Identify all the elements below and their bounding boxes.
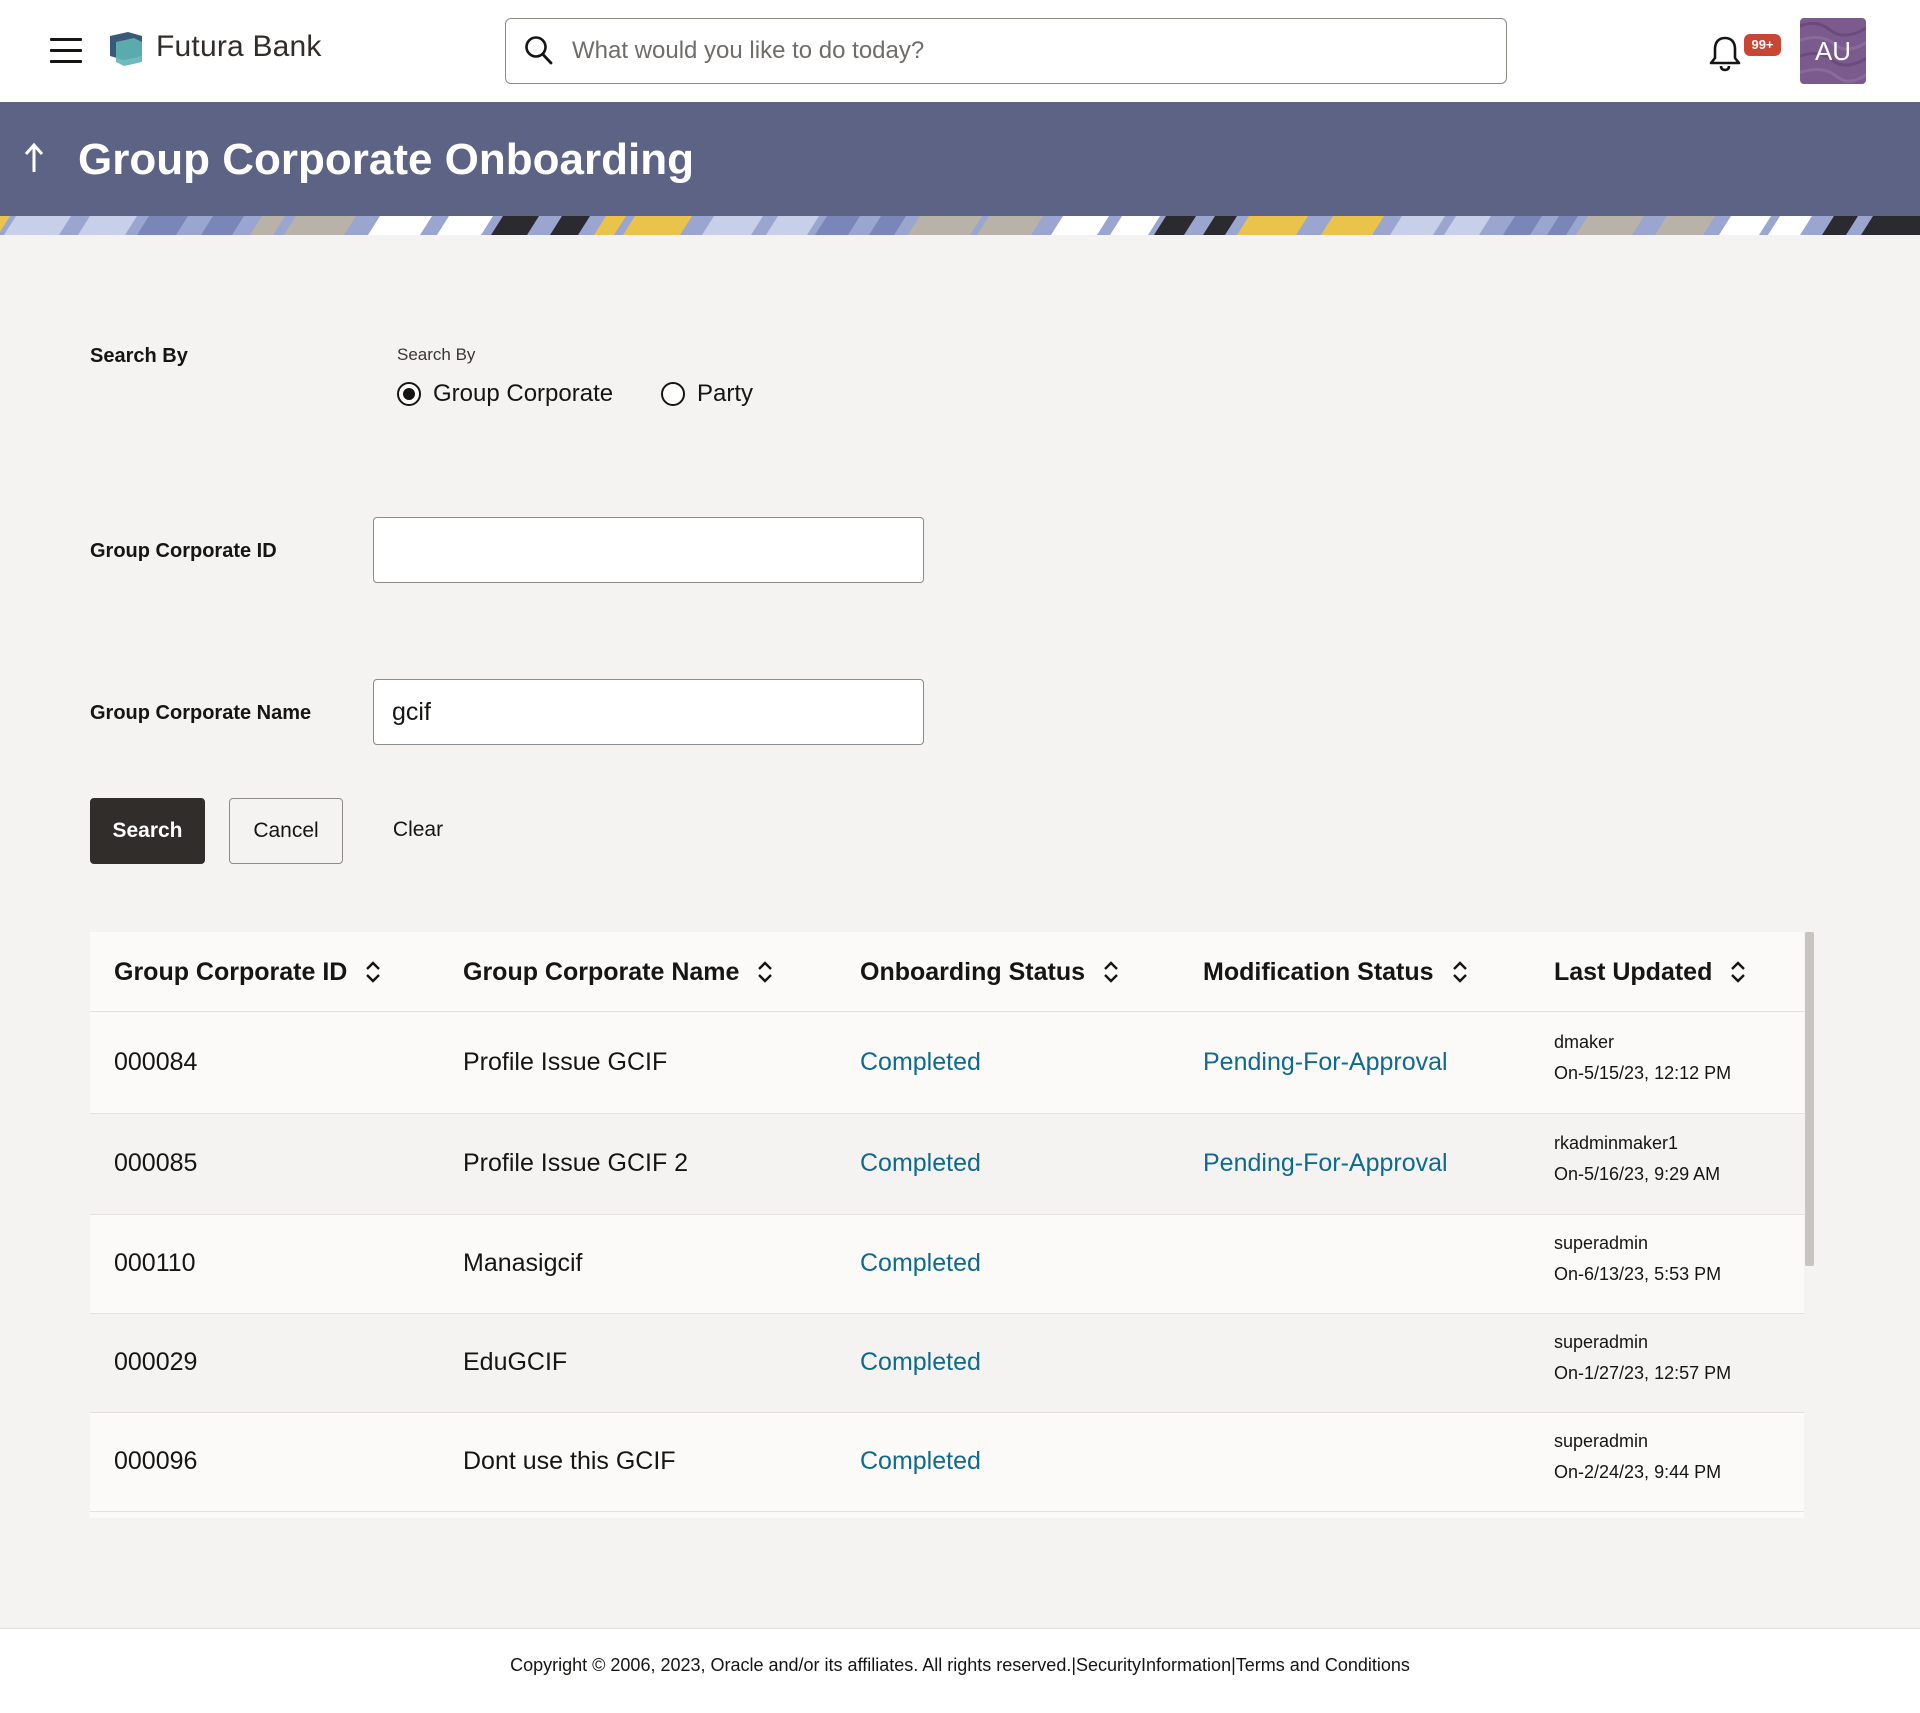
cancel-button[interactable]: Cancel: [229, 798, 343, 864]
futura-bank-logo-icon: [110, 32, 142, 66]
group-corporate-id-label: Group Corporate ID: [90, 540, 277, 562]
clear-button[interactable]: Clear: [378, 798, 458, 864]
cell-onboarding-status-link[interactable]: Completed: [860, 1348, 981, 1377]
cell-last-updated-date: On-6/13/23, 5:53 PM: [1554, 1264, 1722, 1284]
sort-icon[interactable]: [1452, 960, 1468, 984]
sort-icon[interactable]: [757, 960, 773, 984]
group-corporate-name-input[interactable]: [373, 679, 924, 745]
page-title: Group Corporate Onboarding: [78, 135, 694, 184]
table-row: 000085 Profile Issue GCIF 2 Completed Pe…: [90, 1114, 1804, 1215]
search-by-label: Search By: [90, 345, 188, 367]
cell-group-corporate-name: Manasigcif: [463, 1249, 583, 1277]
table-row: 000096 Dont use this GCIF Completed supe…: [90, 1413, 1804, 1512]
cell-group-corporate-name: Dont use this GCIF: [463, 1447, 676, 1475]
cell-group-corporate-id: 000110: [114, 1249, 196, 1277]
table-row: 000110 Manasigcif Completed superadmin O…: [90, 1215, 1804, 1314]
cell-group-corporate-name: EduGCIF: [463, 1348, 568, 1376]
cell-last-updated-date: On-1/27/23, 12:57 PM: [1554, 1363, 1732, 1383]
cell-last-updated-date: On-2/24/23, 9:44 PM: [1554, 1462, 1722, 1482]
cell-group-corporate-id: 000085: [114, 1149, 198, 1177]
top-bar: Futura Bank 99+ AU: [0, 0, 1920, 102]
user-initials: AU: [1814, 36, 1852, 66]
cell-modification-status-link[interactable]: Pending-For-Approval: [1203, 1048, 1448, 1077]
security-information-link[interactable]: SecurityInformation: [1076, 1655, 1231, 1675]
cell-onboarding-status-link[interactable]: Completed: [860, 1149, 981, 1178]
table-row: 000029 EduGCIF Completed superadmin On-1…: [90, 1314, 1804, 1413]
sort-icon[interactable]: [1730, 960, 1746, 984]
table-row: 000084 Profile Issue GCIF Completed Pend…: [90, 1012, 1804, 1114]
cell-group-corporate-name: Profile Issue GCIF: [463, 1048, 668, 1076]
column-header-onboarding-status[interactable]: Onboarding Status: [860, 932, 1119, 1012]
results-table: Group Corporate ID Group Corporate Name …: [90, 932, 1816, 1518]
column-header-label: Group Corporate Name: [463, 958, 740, 986]
cell-last-updated-date: On-5/16/23, 9:29 AM: [1554, 1164, 1721, 1184]
radio-unselected-icon[interactable]: [661, 382, 685, 406]
group-corporate-name-label: Group Corporate Name: [90, 702, 312, 724]
cell-onboarding-status-link[interactable]: Completed: [860, 1447, 981, 1476]
copyright-text: Copyright © 2006, 2023, Oracle and/or it…: [510, 1655, 1072, 1675]
cell-group-corporate-name: Profile Issue GCIF 2: [463, 1149, 689, 1177]
footer: Copyright © 2006, 2023, Oracle and/or it…: [0, 1628, 1920, 1713]
radio-selected-icon[interactable]: [397, 382, 421, 406]
cell-last-updated-user: dmaker: [1554, 1032, 1615, 1052]
column-header-modification-status[interactable]: Modification Status: [1203, 932, 1468, 1012]
cell-last-updated-user: superadmin: [1554, 1431, 1649, 1451]
group-corporate-id-input[interactable]: [373, 517, 924, 583]
cell-last-updated-user: rkadminmaker1: [1554, 1133, 1679, 1153]
search-icon: [525, 36, 553, 65]
cell-group-corporate-id: 000084: [114, 1048, 198, 1076]
table-scrollbar-thumb[interactable]: [1805, 932, 1814, 1266]
radio-group-corporate[interactable]: Group Corporate: [397, 378, 613, 410]
cell-onboarding-status-link[interactable]: Completed: [860, 1048, 981, 1077]
notification-count-badge: 99+: [1744, 34, 1781, 56]
user-avatar[interactable]: AU: [1800, 18, 1866, 84]
column-header-last-updated[interactable]: Last Updated: [1554, 932, 1746, 1012]
radio-party-label: Party: [697, 380, 754, 407]
radio-group-corporate-label: Group Corporate: [433, 380, 614, 407]
column-header-label: Last Updated: [1554, 958, 1713, 986]
search-by-group-label: Search By: [397, 345, 476, 364]
column-header-label: Modification Status: [1203, 958, 1434, 986]
sort-icon[interactable]: [1103, 960, 1119, 984]
brand-name: Futura Bank: [156, 30, 322, 63]
banner-decorative-stripe: [0, 216, 1920, 235]
radio-party[interactable]: Party: [661, 378, 753, 410]
back-arrow-icon[interactable]: [20, 140, 48, 176]
terms-and-conditions-link[interactable]: Terms and Conditions: [1236, 1655, 1410, 1675]
column-header-label: Group Corporate ID: [114, 958, 348, 986]
footer-text: Copyright © 2006, 2023, Oracle and/or it…: [0, 1655, 1920, 1676]
search-button[interactable]: Search: [90, 798, 205, 864]
cell-onboarding-status-link[interactable]: Completed: [860, 1249, 981, 1278]
global-search[interactable]: [505, 18, 1507, 84]
column-header-label: Onboarding Status: [860, 958, 1085, 986]
cell-last-updated-user: superadmin: [1554, 1332, 1649, 1352]
cell-modification-status-link[interactable]: Pending-For-Approval: [1203, 1149, 1448, 1178]
cell-last-updated-user: superadmin: [1554, 1233, 1649, 1253]
cell-last-updated-date: On-5/15/23, 12:12 PM: [1554, 1063, 1732, 1083]
cell-group-corporate-id: 000096: [114, 1447, 198, 1475]
sort-icon[interactable]: [365, 960, 381, 984]
notification-bell-icon[interactable]: [1708, 34, 1742, 72]
column-header-group-corporate-name[interactable]: Group Corporate Name: [463, 932, 773, 1012]
page-header-banner: Group Corporate Onboarding: [0, 102, 1920, 216]
table-header: Group Corporate ID Group Corporate Name …: [90, 932, 1804, 1012]
menu-icon[interactable]: [50, 38, 82, 64]
global-search-input[interactable]: [572, 29, 1472, 73]
cell-group-corporate-id: 000029: [114, 1348, 198, 1376]
column-header-group-corporate-id[interactable]: Group Corporate ID: [114, 932, 381, 1012]
